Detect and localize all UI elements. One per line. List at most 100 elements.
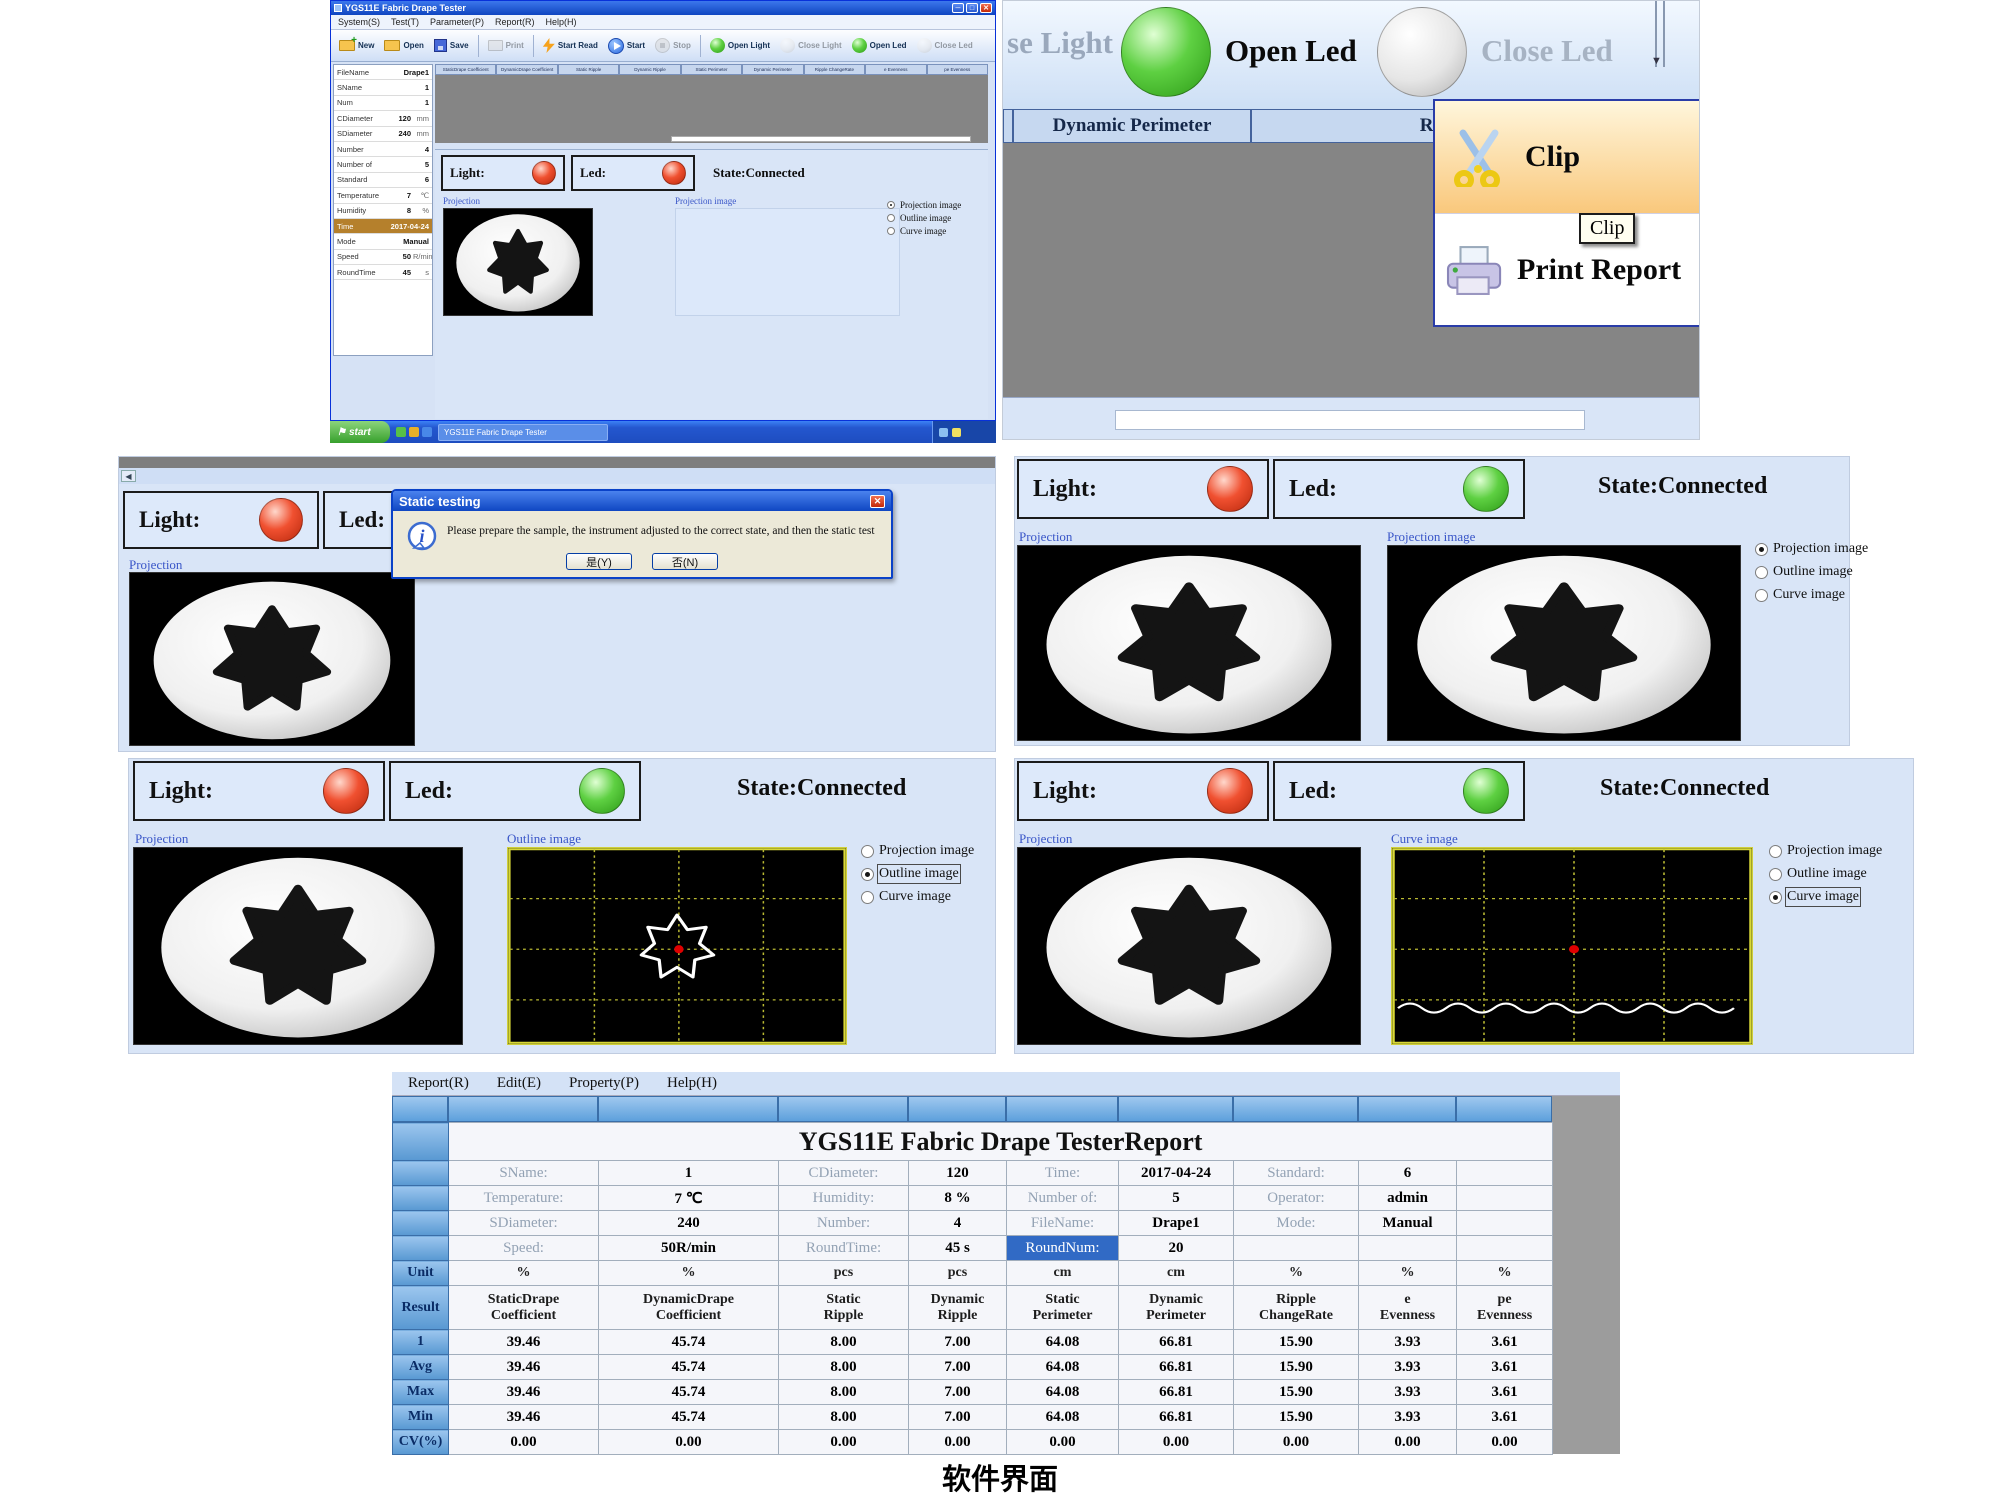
spreadsheet-column-header[interactable]	[1358, 1096, 1456, 1122]
spreadsheet-column-header[interactable]	[448, 1096, 598, 1122]
report-value-cell[interactable]: 15.90	[1234, 1380, 1359, 1405]
no-button[interactable]: 否(N)	[652, 553, 718, 570]
radio-outline-image[interactable]: Outline image	[861, 866, 974, 882]
radio-curve-image[interactable]: Curve image	[887, 226, 961, 236]
maximize-button[interactable]: □	[966, 3, 978, 13]
radio-curve-image[interactable]: Curve image	[1755, 587, 1868, 603]
report-info-cell[interactable]: 50R/min	[599, 1236, 779, 1261]
param-row-num[interactable]: Num1	[334, 96, 432, 111]
report-info-cell[interactable]: Standard:	[1234, 1161, 1359, 1186]
report-info-cell[interactable]: 7 ℃	[599, 1186, 779, 1211]
report-value-cell[interactable]: 0.00	[1007, 1430, 1119, 1455]
report-info-cell[interactable]	[1457, 1186, 1553, 1211]
menu-item-help-h[interactable]: Help(H)	[667, 1075, 717, 1092]
radio-outline-image[interactable]: Outline image	[1755, 564, 1868, 580]
menu-item-report-r[interactable]: Report(R)	[495, 17, 535, 27]
report-value-cell[interactable]: 3.93	[1359, 1330, 1457, 1355]
param-row-mode[interactable]: ModeManual	[334, 234, 432, 249]
report-value-cell[interactable]: 3.93	[1359, 1405, 1457, 1430]
report-value-cell[interactable]: 0.00	[1359, 1430, 1457, 1455]
menu-item-property-p[interactable]: Property(P)	[569, 1075, 639, 1092]
param-row-temperature[interactable]: Temperature7℃	[334, 188, 432, 203]
grid-column-header-ripple-changerate[interactable]: Ripple ChangeRate	[804, 64, 865, 75]
param-row-standard[interactable]: Standard6	[334, 173, 432, 188]
report-row-header[interactable]: Max	[393, 1380, 449, 1405]
radio-outline-image[interactable]: Outline image	[887, 213, 961, 223]
report-value-cell[interactable]: 15.90	[1234, 1355, 1359, 1380]
spreadsheet-column-header[interactable]	[1006, 1096, 1118, 1122]
report-value-cell[interactable]: 15.90	[1234, 1330, 1359, 1355]
report-value-cell[interactable]: 39.46	[449, 1355, 599, 1380]
report-info-cell[interactable]	[1457, 1236, 1553, 1261]
report-info-cell[interactable]: SDiameter:	[449, 1211, 599, 1236]
report-value-cell[interactable]: 0.00	[1234, 1430, 1359, 1455]
report-info-cell[interactable]: CDiameter:	[779, 1161, 909, 1186]
chevron-down-icon[interactable]: ▼	[1651, 55, 1662, 67]
quick-launch-icon[interactable]	[396, 427, 406, 437]
report-info-cell[interactable]: Number:	[779, 1211, 909, 1236]
spreadsheet-column-header[interactable]	[1118, 1096, 1233, 1122]
report-info-cell[interactable]: 1	[599, 1161, 779, 1186]
report-value-cell[interactable]: 3.93	[1359, 1355, 1457, 1380]
menu-item-test-t[interactable]: Test(T)	[391, 17, 419, 27]
param-row-humidity[interactable]: Humidity8%	[334, 204, 432, 219]
report-info-cell[interactable]: Operator:	[1234, 1186, 1359, 1211]
grid-column-header-e-evenness[interactable]: e Evenness	[865, 64, 926, 75]
report-info-cell[interactable]: 5	[1119, 1186, 1234, 1211]
report-column-header-ripple-changerate[interactable]: RippleChangeRate	[1234, 1286, 1359, 1330]
toolbar-open-button[interactable]: Open	[380, 38, 427, 53]
radio-projection-image[interactable]: Projection image	[1755, 541, 1868, 557]
report-info-cell[interactable]: Number of:	[1007, 1186, 1119, 1211]
report-value-cell[interactable]: 7.00	[909, 1380, 1007, 1405]
report-row-header[interactable]	[393, 1123, 449, 1161]
report-unit-cell[interactable]: %	[1359, 1261, 1457, 1286]
report-value-cell[interactable]: 66.81	[1119, 1355, 1234, 1380]
print-report-menu-item[interactable]: Print Report	[1435, 214, 1700, 325]
report-unit-cell[interactable]: pcs	[909, 1261, 1007, 1286]
report-value-cell[interactable]: 0.00	[909, 1430, 1007, 1455]
toolbar-new-button[interactable]: New	[335, 38, 378, 53]
report-info-cell[interactable]: 20	[1119, 1236, 1234, 1261]
report-value-cell[interactable]: 45.74	[599, 1355, 779, 1380]
report-value-cell[interactable]: 64.08	[1007, 1380, 1119, 1405]
report-unit-cell[interactable]: %	[449, 1261, 599, 1286]
report-info-cell[interactable]: 8 %	[909, 1186, 1007, 1211]
menu-item-edit-e[interactable]: Edit(E)	[497, 1075, 541, 1092]
report-value-cell[interactable]: 7.00	[909, 1355, 1007, 1380]
param-row-time[interactable]: Time2017-04-24	[334, 219, 432, 234]
report-value-cell[interactable]: 8.00	[779, 1330, 909, 1355]
report-info-cell[interactable]: Temperature:	[449, 1186, 599, 1211]
report-value-cell[interactable]: 15.90	[1234, 1405, 1359, 1430]
toolbar-open-light-button[interactable]: Open Light	[706, 36, 774, 55]
open-led-orb-icon[interactable]	[1121, 7, 1211, 97]
menu-item-parameter-p[interactable]: Parameter(P)	[430, 17, 484, 27]
param-row-roundtime[interactable]: RoundTime45s	[334, 265, 432, 280]
param-row-sname[interactable]: SName1	[334, 80, 432, 95]
report-info-cell[interactable]: RoundNum:	[1007, 1236, 1119, 1261]
horizontal-scrollbar[interactable]	[1115, 410, 1585, 430]
report-value-cell[interactable]: 39.46	[449, 1380, 599, 1405]
report-value-cell[interactable]: 7.00	[909, 1330, 1007, 1355]
title-bar[interactable]: YGS11E Fabric Drape Tester ─ □ ✕	[331, 1, 995, 15]
report-value-cell[interactable]: 8.00	[779, 1380, 909, 1405]
report-column-header-static-perimeter[interactable]: StaticPerimeter	[1007, 1286, 1119, 1330]
report-info-cell[interactable]: FileName:	[1007, 1211, 1119, 1236]
report-info-cell[interactable]: RoundTime:	[779, 1236, 909, 1261]
grid-column-dynamic-perimeter[interactable]: Dynamic Perimeter	[1013, 109, 1251, 143]
report-value-cell[interactable]: 64.08	[1007, 1405, 1119, 1430]
spreadsheet-column-header[interactable]	[1233, 1096, 1358, 1122]
param-row-number[interactable]: Number4	[334, 142, 432, 157]
radio-outline-image[interactable]: Outline image	[1769, 866, 1882, 882]
radio-projection-image[interactable]: Projection image	[861, 843, 974, 859]
toolbar-save-button[interactable]: Save	[430, 37, 473, 54]
report-info-cell[interactable]: 6	[1359, 1161, 1457, 1186]
report-info-cell[interactable]	[1234, 1236, 1359, 1261]
param-row-number-of[interactable]: Number of5	[334, 157, 432, 172]
radio-curve-image[interactable]: Curve image	[861, 889, 974, 905]
report-unit-cell[interactable]: cm	[1007, 1261, 1119, 1286]
report-value-cell[interactable]: 3.61	[1457, 1405, 1553, 1430]
horizontal-scrollbar[interactable]	[671, 136, 971, 142]
start-button[interactable]: ⚑start	[330, 421, 390, 443]
report-value-cell[interactable]: 3.61	[1457, 1355, 1553, 1380]
report-value-cell[interactable]: 45.74	[599, 1330, 779, 1355]
